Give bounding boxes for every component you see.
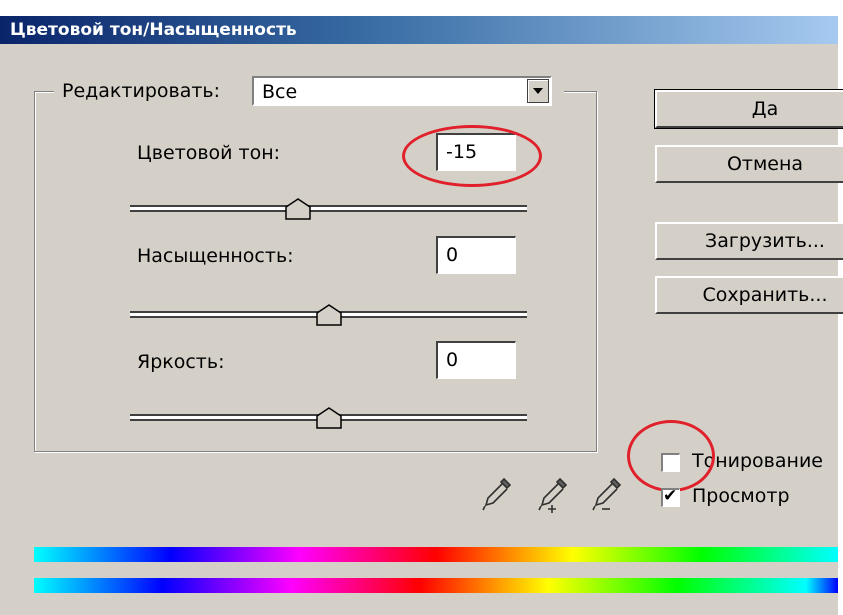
colorize-highlight-ring [627, 420, 715, 492]
hue-slider-thumb[interactable] [285, 198, 311, 220]
preview-label: Просмотр [692, 485, 790, 507]
eyedropper-minus-icon[interactable] [590, 475, 624, 515]
saturation-slider-thumb[interactable] [316, 304, 342, 326]
saturation-label: Насыщенность: [137, 245, 294, 267]
edit-label: Редактировать: [62, 80, 221, 102]
lightness-label: Яркость: [137, 351, 225, 373]
load-button[interactable]: Загрузить... [655, 222, 843, 260]
eyedropper-icon[interactable] [480, 475, 514, 515]
window-title: Цветовой тон/Насыщенность [10, 20, 297, 40]
edit-select-value: Все [262, 81, 298, 103]
lightness-input[interactable]: 0 [436, 341, 516, 379]
chevron-down-icon[interactable] [527, 79, 549, 103]
eyedropper-plus-icon[interactable] [536, 475, 570, 515]
checkmark-icon: ✔ [663, 486, 678, 506]
title-bar[interactable]: Цветовой тон/Насыщенность [0, 16, 838, 44]
hue-highlight-ring [402, 125, 542, 187]
save-button[interactable]: Сохранить... [655, 276, 843, 314]
cancel-button[interactable]: Отмена [655, 145, 843, 183]
preview-checkbox[interactable]: ✔ [661, 486, 680, 507]
output-color-spectrum [34, 578, 838, 593]
hue-slider-track[interactable] [130, 205, 527, 212]
ok-button[interactable]: Да [654, 89, 843, 129]
input-color-spectrum [34, 547, 838, 562]
hue-label: Цветовой тон: [137, 142, 281, 164]
edit-select[interactable]: Все [252, 76, 552, 106]
saturation-input[interactable]: 0 [436, 236, 516, 274]
lightness-slider-thumb[interactable] [316, 407, 342, 429]
